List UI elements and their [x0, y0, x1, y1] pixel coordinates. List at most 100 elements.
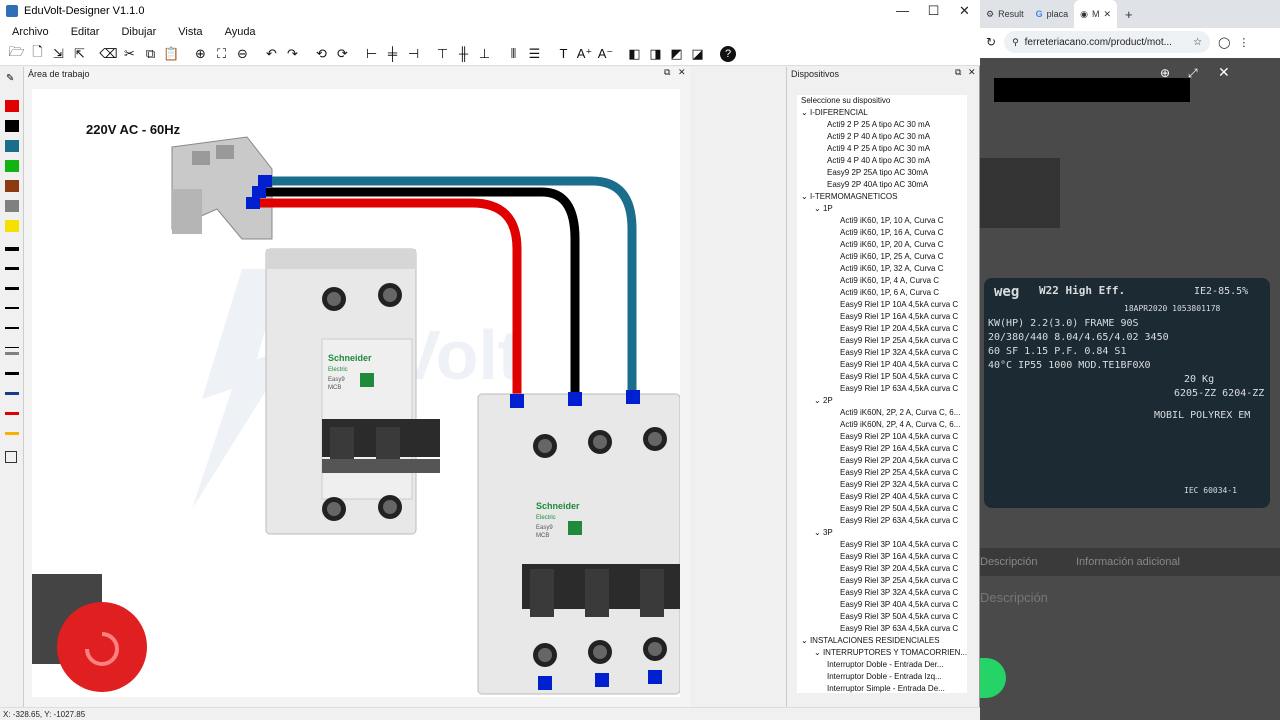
terminal-connector[interactable]	[246, 197, 260, 209]
tree-device-item[interactable]: Easy9 Riel 1P 32A 4,5kA curva C	[797, 347, 967, 359]
line-width-option[interactable]	[5, 267, 19, 270]
line-width-option[interactable]	[5, 287, 19, 290]
pencil-icon[interactable]: ✎	[6, 73, 14, 84]
close-button[interactable]: ✕	[949, 0, 980, 22]
tree-device-item[interactable]: Easy9 Riel 1P 40A 4,5kA curva C	[797, 359, 967, 371]
expand-chevron-icon[interactable]: ⌄	[801, 108, 810, 117]
tree-device-item[interactable]: Easy9 Riel 3P 50A 4,5kA curva C	[797, 611, 967, 623]
distribute-v-icon[interactable]: ☰	[524, 44, 545, 64]
font-up-icon[interactable]: A⁺	[574, 44, 595, 64]
tree-device-item[interactable]: Easy9 Riel 1P 10A 4,5kA curva C	[797, 299, 967, 311]
align-center-icon[interactable]: ╪	[382, 44, 403, 64]
emergency-stop-button[interactable]	[32, 574, 147, 692]
tree-device-item[interactable]: Easy9 Riel 1P 16A 4,5kA curva C	[797, 311, 967, 323]
menu-editar[interactable]: Editar	[63, 26, 114, 38]
menu-ayuda[interactable]: Ayuda	[217, 26, 270, 38]
close-panel-icon[interactable]: ✕	[968, 67, 976, 78]
line-width-option[interactable]	[5, 327, 19, 329]
line-style-option[interactable]	[5, 352, 19, 355]
line-width-option[interactable]	[5, 307, 19, 309]
color-swatch[interactable]	[5, 160, 19, 172]
color-swatch[interactable]	[5, 140, 19, 152]
expand-chevron-icon[interactable]: ⌄	[814, 528, 823, 537]
tree-device-item[interactable]: Easy9 Riel 2P 63A 4,5kA curva C	[797, 515, 967, 527]
tree-category[interactable]: ⌄ 1P	[797, 203, 967, 215]
undo-icon[interactable]: ↶	[261, 44, 282, 64]
export-icon[interactable]: ⇱	[69, 44, 90, 64]
tree-device-item[interactable]: Easy9 Riel 3P 63A 4,5kA curva C	[797, 623, 967, 635]
menu-archivo[interactable]: Archivo	[4, 26, 63, 38]
tab-descripcion[interactable]: Descripción	[980, 556, 1037, 568]
tree-device-item[interactable]: Acti9 iK60, 1P, 10 A, Curva C	[797, 215, 967, 227]
breaker-3p[interactable]: Schneider Electric Easy9 MCB	[477, 390, 681, 695]
whatsapp-icon[interactable]	[980, 658, 1006, 698]
paste-icon[interactable]: 📋	[161, 44, 182, 64]
import-icon[interactable]: ⇲	[48, 44, 69, 64]
tree-device-item[interactable]: Easy9 Riel 2P 20A 4,5kA curva C	[797, 455, 967, 467]
line-style-option[interactable]	[5, 432, 19, 435]
maximize-button[interactable]: ☐	[918, 0, 949, 22]
distribute-h-icon[interactable]: ⫴	[503, 44, 524, 64]
line-style-option[interactable]	[5, 412, 19, 415]
tree-device-item[interactable]: Easy9 Riel 3P 16A 4,5kA curva C	[797, 551, 967, 563]
tree-device-item[interactable]: Acti9 iK60, 1P, 4 A, Curva C	[797, 275, 967, 287]
tree-device-item[interactable]: Easy9 Riel 3P 20A 4,5kA curva C	[797, 563, 967, 575]
tree-device-item[interactable]: Acti9 2 P 25 A tipo AC 30 mA	[797, 119, 967, 131]
group-icon[interactable]: ◩	[666, 44, 687, 64]
line-width-option[interactable]	[5, 347, 19, 348]
terminal-connector[interactable]	[258, 175, 272, 187]
color-swatch[interactable]	[5, 120, 19, 132]
tree-device-item[interactable]: Easy9 Riel 2P 10A 4,5kA curva C	[797, 431, 967, 443]
open-folder-icon[interactable]: 🗁	[6, 44, 27, 64]
expand-chevron-icon[interactable]: ⌄	[814, 648, 823, 657]
help-icon[interactable]: ?	[720, 45, 736, 62]
expand-chevron-icon[interactable]: ⌄	[801, 636, 810, 645]
rotate-right-icon[interactable]: ⟳	[332, 44, 353, 64]
tree-device-item[interactable]: Easy9 Riel 3P 10A 4,5kA curva C	[797, 539, 967, 551]
tree-device-item[interactable]: Easy9 2P 25A tipo AC 30mA	[797, 167, 967, 179]
tree-device-item[interactable]: Acti9 iK60N, 2P, 4 A, Curva C, 6...	[797, 419, 967, 431]
menu-vista[interactable]: Vista	[170, 26, 216, 38]
font-down-icon[interactable]: A⁻	[595, 44, 616, 64]
align-top-icon[interactable]: ⊤	[432, 44, 453, 64]
menu-dibujar[interactable]: Dibujar	[113, 26, 170, 38]
new-file-icon[interactable]: 🗋	[27, 44, 48, 64]
tree-device-item[interactable]: Easy9 Riel 1P 20A 4,5kA curva C	[797, 323, 967, 335]
tree-device-item[interactable]: Acti9 iK60, 1P, 20 A, Curva C	[797, 239, 967, 251]
device-tree[interactable]: Seleccione su dispositivo ⌄ I-DIFERENCIA…	[797, 95, 967, 693]
tree-device-item[interactable]: Easy9 Riel 1P 63A 4,5kA curva C	[797, 383, 967, 395]
align-left-icon[interactable]: ⊢	[361, 44, 382, 64]
tree-device-item[interactable]: Easy9 Riel 3P 32A 4,5kA curva C	[797, 587, 967, 599]
float-panel-icon[interactable]: ⧉	[664, 67, 670, 78]
tree-device-item[interactable]: Easy9 2P 40A tipo AC 30mA	[797, 179, 967, 191]
rotate-left-icon[interactable]: ⟲	[311, 44, 332, 64]
tree-category[interactable]: ⌄ INSTALACIONES RESIDENCIALES	[797, 635, 967, 647]
eraser-icon[interactable]: ⌫	[98, 44, 119, 64]
tree-device-item[interactable]: Acti9 iK60, 1P, 32 A, Curva C	[797, 263, 967, 275]
tree-device-item[interactable]: Easy9 Riel 3P 25A 4,5kA curva C	[797, 575, 967, 587]
bookmark-star-icon[interactable]: ☆	[1193, 37, 1202, 48]
tree-device-item[interactable]: Interruptor Doble - Entrada Izq...	[797, 671, 967, 683]
tree-device-item[interactable]: Easy9 Riel 2P 16A 4,5kA curva C	[797, 443, 967, 455]
fit-icon[interactable]: ⛶	[211, 44, 232, 64]
minimize-button[interactable]: —	[887, 0, 918, 22]
tree-device-item[interactable]: Acti9 4 P 25 A tipo AC 30 mA	[797, 143, 967, 155]
menu-dots-icon[interactable]: ⋮	[1238, 36, 1249, 49]
terminal-connector[interactable]	[252, 186, 266, 198]
tree-device-item[interactable]: Easy9 Riel 2P 50A 4,5kA curva C	[797, 503, 967, 515]
tree-device-item[interactable]: Acti9 iK60, 1P, 25 A, Curva C	[797, 251, 967, 263]
address-bar[interactable]: ⚲ ferreteriacano.com/product/mot... ☆	[1004, 31, 1211, 53]
copy-icon[interactable]: ⧉	[140, 44, 161, 64]
tree-device-item[interactable]: Interruptor Simple - Entrada De...	[797, 683, 967, 693]
expand-chevron-icon[interactable]: ⌄	[814, 204, 823, 213]
new-tab-button[interactable]: +	[1117, 7, 1141, 22]
thumbnail[interactable]	[980, 158, 1060, 228]
reload-icon[interactable]: ↻	[986, 35, 996, 49]
tree-device-item[interactable]: Acti9 4 P 40 A tipo AC 30 mA	[797, 155, 967, 167]
tree-device-item[interactable]: Acti9 iK60N, 2P, 2 A, Curva C, 6...	[797, 407, 967, 419]
close-lightbox-icon[interactable]: ✕	[1218, 64, 1230, 81]
profile-icon[interactable]: ◯	[1218, 36, 1230, 49]
tree-device-item[interactable]: Acti9 2 P 40 A tipo AC 30 mA	[797, 131, 967, 143]
select-box-icon[interactable]	[5, 451, 17, 463]
ungroup-icon[interactable]: ◪	[687, 44, 708, 64]
